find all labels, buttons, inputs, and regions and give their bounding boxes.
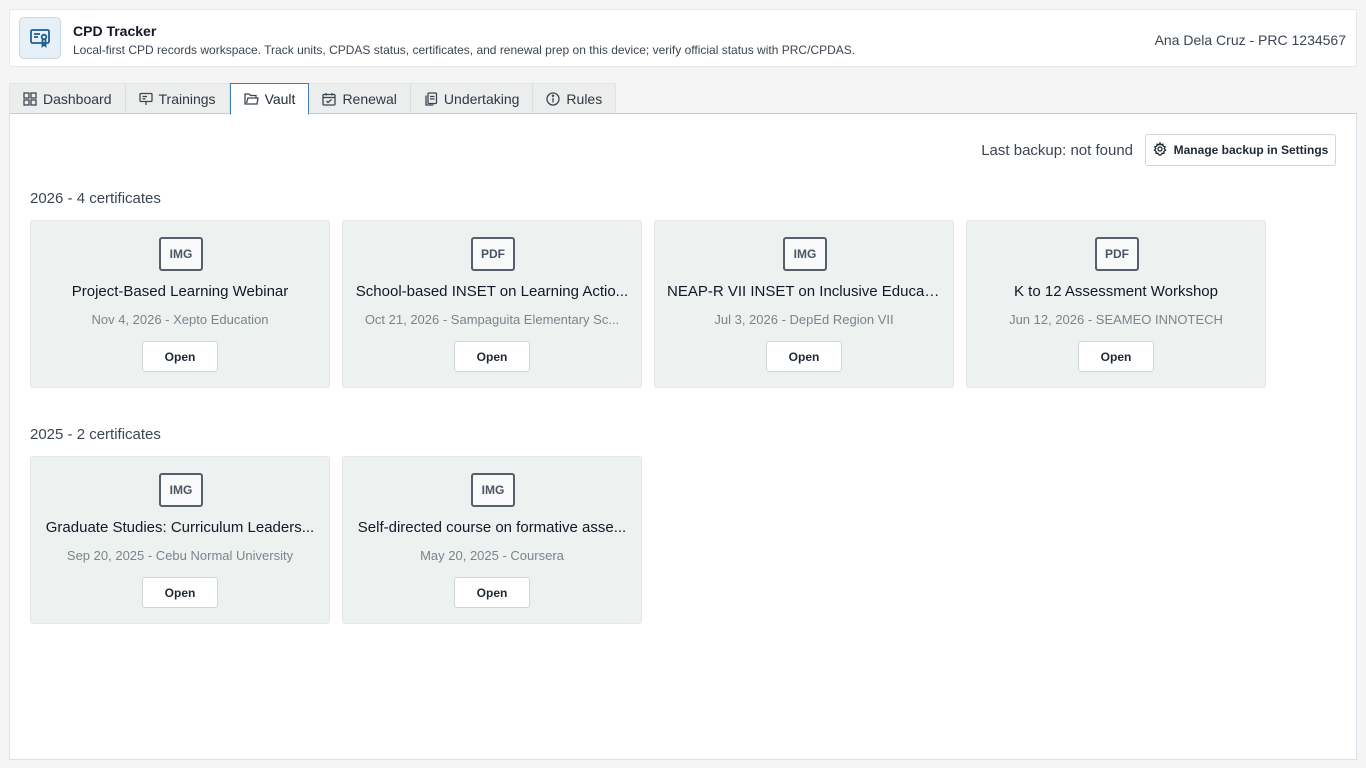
certificate-title: School-based INSET on Learning Actio...	[355, 283, 629, 300]
open-button[interactable]: Open	[454, 577, 530, 608]
user-info: Ana Dela Cruz - PRC 1234567	[1154, 32, 1346, 48]
tab-trainings[interactable]: Trainings	[126, 84, 230, 114]
certificate-title: Project-Based Learning Webinar	[71, 283, 289, 300]
certificate-card: IMG Self-directed course on formative as…	[342, 456, 642, 624]
certificate-title: NEAP-R VII INSET on Inclusive Educati...	[667, 283, 941, 300]
manage-backup-button[interactable]: Manage backup in Settings	[1145, 134, 1336, 166]
certificate-card: PDF K to 12 Assessment Workshop Jun 12, …	[966, 220, 1266, 388]
certificate-meta: Jun 12, 2026 - SEAMEO INNOTECH	[1009, 312, 1223, 327]
tab-rules[interactable]: Rules	[533, 84, 615, 114]
open-button[interactable]: Open	[142, 577, 218, 608]
tab-label: Renewal	[342, 91, 397, 107]
calendar-icon	[322, 92, 337, 106]
tab-label: Rules	[566, 91, 603, 107]
certificate-card: PDF School-based INSET on Learning Actio…	[342, 220, 642, 388]
file-type-badge: IMG	[783, 237, 827, 271]
certificate-icon	[19, 17, 61, 59]
certificate-card: IMG NEAP-R VII INSET on Inclusive Educat…	[654, 220, 954, 388]
certificate-title: K to 12 Assessment Workshop	[1014, 283, 1218, 300]
file-type-badge: IMG	[159, 237, 203, 271]
certificate-grid: IMG Graduate Studies: Curriculum Leaders…	[30, 456, 642, 624]
tab-renewal[interactable]: Renewal	[309, 84, 411, 114]
documents-icon	[424, 92, 438, 106]
certificate-meta: Oct 21, 2026 - Sampaguita Elementary Sc.…	[364, 312, 620, 327]
file-type-badge: PDF	[1095, 237, 1139, 271]
tab-label: Undertaking	[443, 91, 520, 107]
section-title: 2025 - 2 certificates	[30, 426, 161, 443]
gear-icon	[1153, 141, 1167, 159]
tab-label: Dashboard	[43, 91, 112, 107]
open-button[interactable]: Open	[142, 341, 218, 372]
certificate-title: Graduate Studies: Curriculum Leaders...	[45, 519, 315, 536]
main-tabs: Dashboard Trainings Vault Renewal Undert…	[9, 83, 617, 115]
certificate-meta: Sep 20, 2025 - Cebu Normal University	[66, 548, 294, 563]
info-icon	[546, 92, 561, 106]
app-subtitle: Local-first CPD records workspace. Track…	[73, 43, 856, 57]
tab-undertaking[interactable]: Undertaking	[411, 84, 534, 114]
tab-dashboard[interactable]: Dashboard	[10, 84, 126, 114]
file-type-badge: PDF	[471, 237, 515, 271]
section-title: 2026 - 4 certificates	[30, 190, 161, 207]
manage-backup-label: Manage backup in Settings	[1173, 143, 1329, 157]
grid-icon	[23, 92, 37, 106]
certificate-meta: Nov 4, 2026 - Xepto Education	[91, 312, 269, 327]
vault-panel: Last backup: not found Manage backup in …	[9, 113, 1357, 760]
app-header: CPD Tracker Local-first CPD records work…	[9, 9, 1357, 67]
certificate-grid: IMG Project-Based Learning Webinar Nov 4…	[30, 220, 1266, 388]
file-type-badge: IMG	[471, 473, 515, 507]
certificate-card: IMG Graduate Studies: Curriculum Leaders…	[30, 456, 330, 624]
certificate-title: Self-directed course on formative asse..…	[357, 519, 627, 536]
presentation-icon	[138, 92, 153, 106]
tab-vault[interactable]: Vault	[229, 83, 310, 115]
folder-icon	[243, 92, 259, 106]
open-button[interactable]: Open	[766, 341, 842, 372]
app-title: CPD Tracker	[73, 23, 157, 39]
file-type-badge: IMG	[159, 473, 203, 507]
open-button[interactable]: Open	[454, 341, 530, 372]
open-button[interactable]: Open	[1078, 341, 1154, 372]
certificate-meta: Jul 3, 2026 - DepEd Region VII	[714, 312, 894, 327]
certificate-card: IMG Project-Based Learning Webinar Nov 4…	[30, 220, 330, 388]
tab-label: Vault	[264, 91, 296, 107]
backup-status: Last backup: not found	[981, 142, 1133, 159]
tab-label: Trainings	[158, 91, 216, 107]
certificate-meta: May 20, 2025 - Coursera	[420, 548, 564, 563]
